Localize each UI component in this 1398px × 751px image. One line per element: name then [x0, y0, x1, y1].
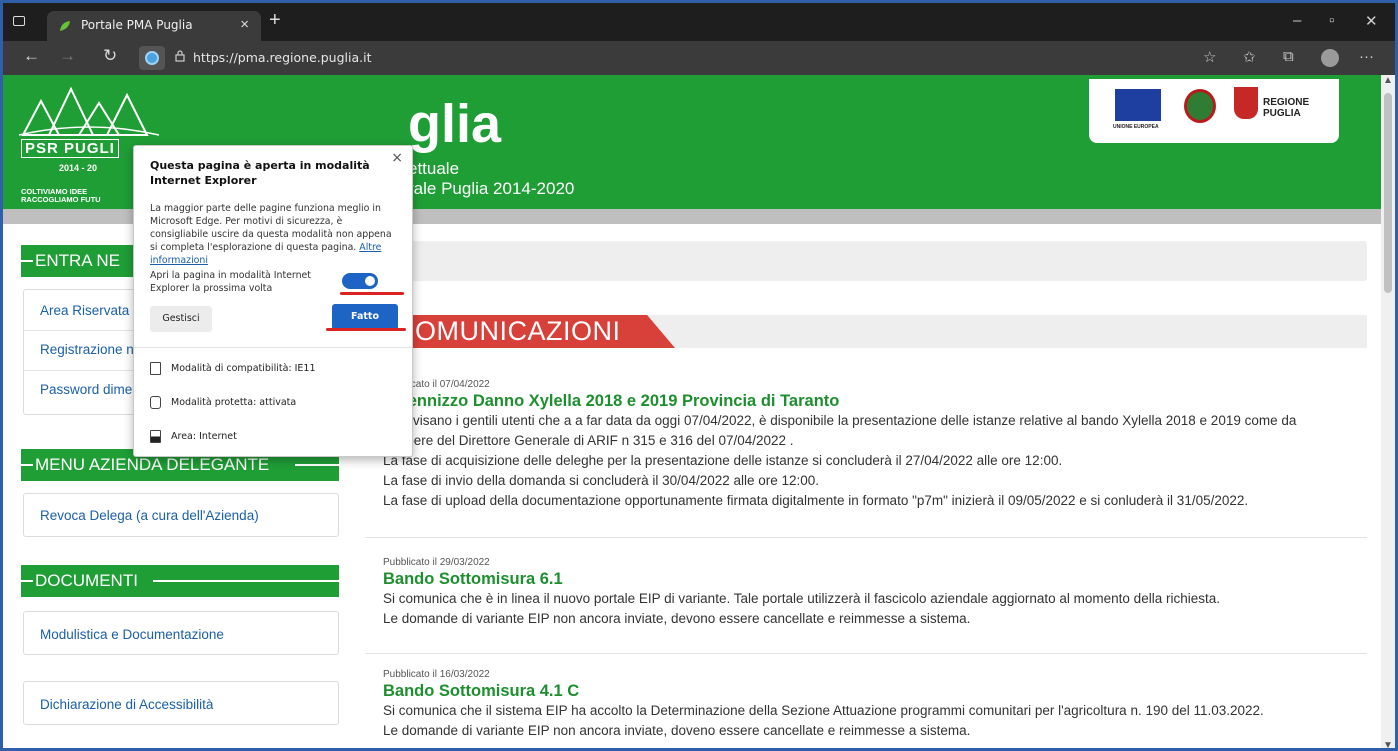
- restore-button[interactable]: ▫: [1329, 12, 1334, 29]
- scroll-down-icon[interactable]: ▼: [1383, 740, 1393, 748]
- post-line: Si comunica che il sistema EIP ha accolt…: [383, 703, 1264, 718]
- news-post: Pubblicato il 07/04/2022 Indennizzo Dann…: [383, 379, 1373, 511]
- post-line: Si avvisano i gentili utenti che a a far…: [383, 413, 1297, 428]
- italy-emblem-icon: [1184, 89, 1216, 123]
- read-aloud-icon[interactable]: ☆: [1203, 48, 1216, 66]
- post-line: Si comunica che è in linea il nuovo port…: [383, 591, 1220, 606]
- new-tab-button[interactable]: +: [269, 9, 281, 32]
- minimize-button[interactable]: –: [1293, 12, 1301, 29]
- popup-divider: [134, 347, 412, 348]
- post-divider: [365, 653, 1367, 654]
- post-title-link[interactable]: Indennizzo Danno Xylella 2018 e 2019 Pro…: [383, 392, 1373, 411]
- tab-title: Portale PMA Puglia: [81, 18, 193, 32]
- post-line: Le domande di variante EIP non ancora in…: [383, 723, 971, 738]
- popup-body-text: La maggior parte delle pagine funziona m…: [150, 203, 392, 253]
- back-button[interactable]: ←: [23, 46, 40, 66]
- scrollbar-thumb[interactable]: [1384, 93, 1392, 293]
- institution-logos: UNIONE EUROPEA REGIONE PUGLIA: [1089, 79, 1339, 143]
- compat-text: Modalità di compatibilità: IE11: [171, 363, 316, 374]
- post-date: Pubblicato il 29/03/2022: [383, 557, 490, 568]
- done-button[interactable]: Fatto: [332, 304, 398, 330]
- reload-button[interactable]: ↻: [103, 46, 117, 66]
- regione-puglia-crest-icon: [1234, 87, 1258, 119]
- logo-psr-text: PSR PUGLI: [21, 139, 119, 158]
- banner-subtitle-1: ettuale: [408, 159, 460, 178]
- post-line: Delibere del Direttore Generale di ARIF …: [383, 433, 794, 448]
- post-line: La fase di upload della documentazione o…: [383, 493, 1249, 508]
- post-date: Pubblicato il 16/03/2022: [383, 669, 490, 680]
- profile-avatar[interactable]: [1321, 49, 1339, 67]
- compat-row: Modalità di compatibilità: IE11: [150, 362, 316, 375]
- logo-motto2: RACCOGLIAMO FUTU: [21, 195, 101, 204]
- title-bar: Portale PMA Puglia × + – ▫ ✕: [3, 3, 1395, 41]
- section-title: OMUNICAZIONI: [415, 316, 621, 346]
- section-header-documenti: DOCUMENTI: [21, 565, 339, 597]
- banner-subtitle-2: rale Puglia 2014-2020: [408, 179, 575, 198]
- trulli-logo-icon: [18, 86, 160, 136]
- post-line: La fase di acquisizione delle deleghe pe…: [383, 453, 1063, 468]
- eu-flag-icon: [1115, 89, 1161, 121]
- delegante-menu: Revoca Delega (a cura dell'Azienda): [23, 493, 339, 537]
- zone-row: Area: Internet: [150, 430, 237, 443]
- ie-mode-icon[interactable]: [139, 46, 165, 70]
- browser-window: Portale PMA Puglia × + – ▫ ✕ ← → ↻ https…: [0, 0, 1398, 751]
- revoca-delega-link[interactable]: Revoca Delega (a cura dell'Azienda): [40, 508, 259, 523]
- section-title-bar: OMUNICAZIONI: [365, 315, 1367, 348]
- region-label-2: PUGLIA: [1263, 108, 1301, 119]
- modulistica-link[interactable]: Modulistica e Documentazione: [40, 627, 224, 642]
- leaf-favicon-icon: [60, 21, 70, 31]
- news-post: Pubblicato il 16/03/2022 Bando Sottomisu…: [383, 669, 1373, 741]
- page-content: PSR PUGLI 2014 - 20 COLTIVIAMO IDEE RACC…: [3, 75, 1381, 748]
- ie-next-time-label: Apri la pagina in modalità Internet Expl…: [150, 270, 311, 294]
- protected-row: Modalità protetta: attivata: [150, 396, 296, 409]
- zone-text: Area: Internet: [171, 431, 237, 442]
- scroll-up-icon[interactable]: ▲: [1383, 75, 1393, 86]
- forward-button[interactable]: →: [59, 46, 76, 66]
- annotation-underline: [326, 328, 406, 331]
- breadcrumb: e: [365, 241, 1367, 281]
- manage-button[interactable]: Gestisci: [150, 306, 212, 332]
- tab-close-icon[interactable]: ×: [240, 16, 249, 33]
- accessibility-link[interactable]: Dichiarazione di Accessibilità: [40, 697, 213, 712]
- shield-window-icon: [150, 396, 161, 409]
- post-title-link[interactable]: Bando Sottomisura 6.1: [383, 570, 1373, 589]
- page-scrollbar[interactable]: ▲ ▼: [1381, 75, 1395, 748]
- eu-label: UNIONE EUROPEA: [1113, 124, 1159, 130]
- url-field[interactable]: https://pma.regione.puglia.it: [193, 50, 372, 65]
- annotation-underline: [340, 292, 404, 295]
- post-date: Pubblicato il 07/04/2022: [383, 379, 490, 390]
- news-post: Pubblicato il 29/03/2022 Bando Sottomisu…: [383, 557, 1373, 629]
- protected-text: Modalità protetta: attivata: [171, 397, 297, 408]
- lock-icon: [175, 50, 185, 62]
- document-icon: [150, 362, 161, 375]
- close-window-button[interactable]: ✕: [1365, 12, 1378, 30]
- post-divider: [365, 537, 1367, 538]
- zone-icon: [150, 430, 161, 443]
- popup-close-icon[interactable]: ×: [391, 150, 403, 166]
- accessibility-box: Dichiarazione di Accessibilità: [23, 681, 339, 725]
- post-line: Le domande di variante EIP non ancora in…: [383, 611, 971, 626]
- ie-next-time-toggle[interactable]: [342, 273, 378, 289]
- region-label-1: REGIONE: [1263, 97, 1310, 108]
- post-title-link[interactable]: Bando Sottomisura 4.1 C: [383, 682, 1373, 701]
- popup-body: La maggior parte delle pagine funziona m…: [150, 202, 400, 267]
- collections-icon[interactable]: ⧉: [1283, 48, 1294, 65]
- popup-heading: Questa pagina è aperta in modalità Inter…: [150, 159, 370, 187]
- favorites-icon[interactable]: ✩: [1243, 48, 1256, 66]
- address-bar-row: ← → ↻ https://pma.regione.puglia.it ☆ ✩ …: [3, 41, 1395, 75]
- logo-year-text: 2014 - 20: [59, 163, 98, 173]
- area-riservata-link[interactable]: Area Riservata: [40, 303, 129, 318]
- more-menu-button[interactable]: ···: [1359, 48, 1374, 65]
- banner-title: glia: [408, 94, 502, 154]
- documenti-menu: Modulistica e Documentazione: [23, 611, 339, 655]
- ie-mode-popup: × Questa pagina è aperta in modalità Int…: [133, 145, 413, 457]
- registrazione-link[interactable]: Registrazione n: [40, 342, 134, 357]
- post-line: La fase di invio della domanda si conclu…: [383, 473, 820, 488]
- browser-tab[interactable]: Portale PMA Puglia ×: [47, 11, 261, 41]
- tab-actions-icon[interactable]: [13, 16, 25, 26]
